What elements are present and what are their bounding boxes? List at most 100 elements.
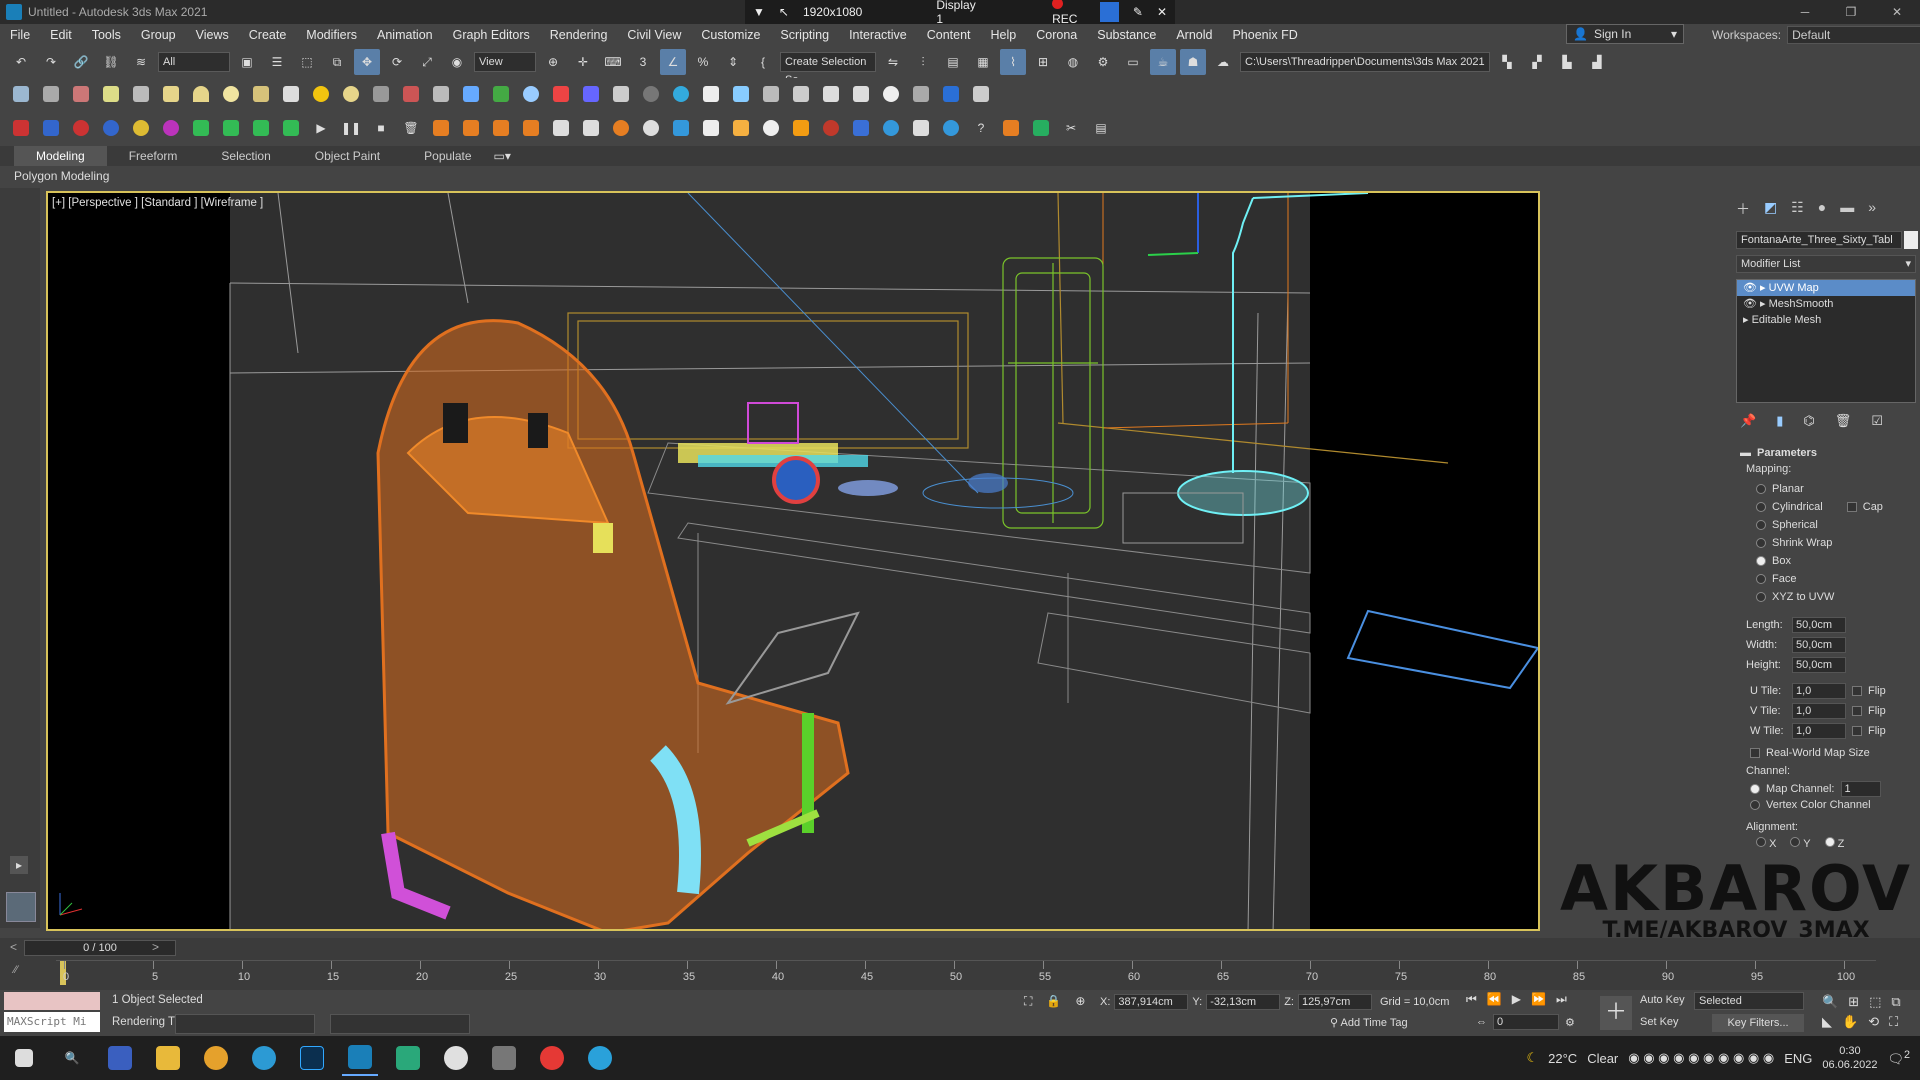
cap-checkbox[interactable] bbox=[1846, 502, 1857, 512]
map-channel-spinner[interactable]: 1 bbox=[1840, 781, 1881, 797]
toggle-ribbon-icon[interactable]: ▦ bbox=[970, 49, 996, 75]
menu-arnold[interactable]: Arnold bbox=[1166, 24, 1222, 46]
grid-green-icon[interactable] bbox=[248, 115, 274, 141]
radio-align-z[interactable]: Z bbox=[1824, 837, 1844, 850]
stack-item-editable-mesh[interactable]: ▸ Editable Mesh bbox=[1737, 312, 1915, 328]
spinner-snap-icon[interactable]: ⇕ bbox=[720, 49, 746, 75]
u-flip-checkbox[interactable] bbox=[1852, 686, 1862, 696]
flame-icon[interactable] bbox=[608, 115, 634, 141]
windows-start-icon[interactable] bbox=[6, 1040, 42, 1076]
arrow-green-icon[interactable] bbox=[218, 115, 244, 141]
named-selection-set[interactable]: Create Selection Se bbox=[780, 52, 876, 86]
u-tile-spinner[interactable]: 1,0 bbox=[1792, 683, 1846, 699]
menu-animation[interactable]: Animation bbox=[367, 24, 443, 46]
water-icon[interactable] bbox=[668, 115, 694, 141]
go-to-start-icon[interactable]: ⏮ bbox=[1466, 992, 1477, 1007]
cloud-icon[interactable] bbox=[38, 81, 64, 107]
height-spinner[interactable]: 50,0cm bbox=[1792, 657, 1846, 673]
menu-corona[interactable]: Corona bbox=[1026, 24, 1087, 46]
project-icon-4[interactable]: ▟ bbox=[1584, 49, 1610, 75]
remove-modifier-icon[interactable]: 🗑 bbox=[1835, 413, 1852, 429]
pan-icon[interactable]: ✋ bbox=[1842, 1014, 1858, 1030]
menu-content[interactable]: Content bbox=[917, 24, 981, 46]
menu-graph-editors[interactable]: Graph Editors bbox=[443, 24, 540, 46]
radio-face[interactable]: Face bbox=[1756, 573, 1796, 585]
time-ruler[interactable]: 0 5 10 15 20 25 30 35 40 45 50 55 60 65 70 75 80 85 90 95 10… bbox=[56, 960, 1876, 986]
frame-icon[interactable] bbox=[908, 81, 934, 107]
tree-icon[interactable] bbox=[758, 81, 784, 107]
time-config-icon[interactable]: ⇔ bbox=[1476, 1016, 1487, 1028]
percent-snap-icon[interactable]: % bbox=[690, 49, 716, 75]
render-iterative-icon[interactable]: ☗ bbox=[1180, 49, 1206, 75]
screen-icon[interactable] bbox=[1100, 2, 1119, 22]
multimap-icon[interactable] bbox=[548, 81, 574, 107]
key-mode-select[interactable]: Selected bbox=[1694, 992, 1804, 1010]
object-name-field[interactable]: FontanaArte_Three_Sixty_Tabl bbox=[1736, 231, 1902, 249]
radio-cylindrical[interactable]: Cylindrical Cap bbox=[1756, 501, 1883, 513]
maxscript-listener-pink[interactable] bbox=[4, 992, 100, 1010]
edit-named-sel-icon[interactable]: { bbox=[750, 49, 776, 75]
menu-tools[interactable]: Tools bbox=[82, 24, 131, 46]
radio-spherical[interactable]: Spherical bbox=[1756, 519, 1818, 531]
chevron-down-icon[interactable]: ▼ bbox=[753, 5, 765, 19]
circle-magenta-icon[interactable] bbox=[158, 115, 184, 141]
isolate-icon[interactable]: ⛶ bbox=[1024, 994, 1032, 1009]
unlink-icon[interactable]: ⛓ bbox=[98, 49, 124, 75]
smoke-icon[interactable] bbox=[548, 115, 574, 141]
radio-align-x[interactable]: X bbox=[1756, 837, 1776, 850]
radio-map-channel[interactable]: Map Channel: 1 bbox=[1750, 781, 1881, 797]
help-icon[interactable]: ? bbox=[968, 115, 994, 141]
burst-green-icon[interactable] bbox=[278, 115, 304, 141]
add-time-tag[interactable]: ⚲ Add Time Tag bbox=[1330, 1016, 1408, 1029]
time-config-settings-icon[interactable]: ⚙ bbox=[1565, 1016, 1575, 1029]
fire-4-icon[interactable] bbox=[518, 115, 544, 141]
menu-civil-view[interactable]: Civil View bbox=[617, 24, 691, 46]
set-key-button[interactable]: Set Key bbox=[1640, 1016, 1679, 1028]
trash-icon[interactable]: 🗑 bbox=[398, 115, 424, 141]
window-crossing-icon[interactable]: ⧉ bbox=[324, 49, 350, 75]
radio-align-y[interactable]: Y bbox=[1790, 837, 1811, 850]
photoshop-icon[interactable] bbox=[294, 1040, 330, 1076]
menu-file[interactable]: File bbox=[0, 24, 40, 46]
maxscript-mini-listener[interactable]: MAXScript Mi bbox=[4, 1012, 100, 1032]
z-coord-field[interactable]: 125,97cm bbox=[1297, 994, 1372, 1010]
menu-interactive[interactable]: Interactive bbox=[839, 24, 917, 46]
pivot-center-icon[interactable]: ⊕ bbox=[540, 49, 566, 75]
proxy-icon[interactable] bbox=[398, 81, 424, 107]
cup-icon[interactable] bbox=[728, 115, 754, 141]
bulb-icon[interactable] bbox=[98, 81, 124, 107]
zoom-icon[interactable]: 🔍 bbox=[1822, 994, 1838, 1010]
viewport-label[interactable]: [+] [Perspective ] [Standard ] [Wirefram… bbox=[52, 197, 263, 209]
maximize-viewport-icon[interactable]: ⛶ bbox=[1889, 1014, 1898, 1030]
material-sphere-icon[interactable] bbox=[518, 81, 544, 107]
notification-icon[interactable]: 🗨2 bbox=[1887, 1049, 1910, 1067]
wave-icon[interactable] bbox=[878, 115, 904, 141]
tab-freeform[interactable]: Freeform bbox=[107, 146, 200, 166]
link-icon[interactable]: 🔗 bbox=[68, 49, 94, 75]
v-flip-checkbox[interactable] bbox=[1852, 706, 1862, 716]
render-cloud-icon[interactable]: ☁ bbox=[1210, 49, 1236, 75]
menu-group[interactable]: Group bbox=[131, 24, 186, 46]
tab-selection[interactable]: Selection bbox=[199, 146, 292, 166]
utilities-tab-icon[interactable]: » bbox=[1868, 199, 1876, 219]
radio-xyz-to-uvw[interactable]: XYZ to UVW bbox=[1756, 591, 1834, 603]
substance-icon[interactable] bbox=[534, 1040, 570, 1076]
converter-icon[interactable] bbox=[608, 81, 634, 107]
star-yellow-icon[interactable] bbox=[128, 115, 154, 141]
rb-icon[interactable] bbox=[938, 81, 964, 107]
current-frame-field[interactable]: 0 bbox=[1493, 1014, 1559, 1030]
display-label[interactable]: Display 1 bbox=[936, 0, 978, 26]
network-green-icon[interactable] bbox=[188, 115, 214, 141]
cursor-icon[interactable]: ↖ bbox=[779, 5, 789, 19]
moon-icon[interactable] bbox=[338, 81, 364, 107]
radio-planar[interactable]: Planar bbox=[1756, 483, 1804, 495]
sphere-icon[interactable] bbox=[218, 81, 244, 107]
track-bar-toggle-icon[interactable]: ⁄∕ bbox=[14, 964, 44, 982]
ref-coord-system[interactable]: View bbox=[474, 52, 536, 72]
sign-in-dropdown[interactable]: 👤 Sign In ▾ bbox=[1566, 24, 1684, 44]
project-icon-2[interactable]: ▞ bbox=[1524, 49, 1550, 75]
select-object-icon[interactable]: ▣ bbox=[234, 49, 260, 75]
mirror-icon[interactable]: ⇋ bbox=[880, 49, 906, 75]
keyboard-shortcut-icon[interactable]: ⌨ bbox=[600, 49, 626, 75]
pin-icon[interactable] bbox=[668, 81, 694, 107]
